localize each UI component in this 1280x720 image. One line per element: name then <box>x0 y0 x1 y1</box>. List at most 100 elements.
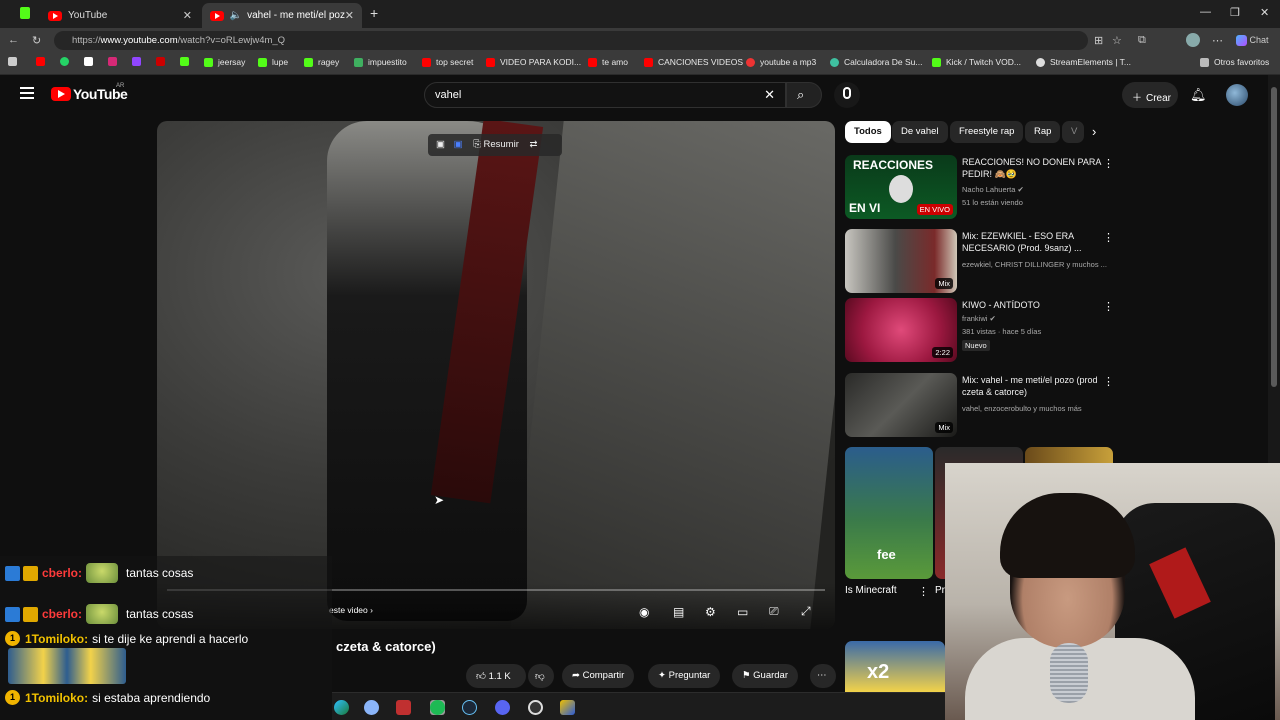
chip-de-vahel[interactable]: De vahel <box>892 121 948 143</box>
streamlabs-icon[interactable] <box>560 700 575 715</box>
bookmark-jeersay[interactable]: jeersay <box>204 57 245 67</box>
more-actions-button[interactable]: ⋯ <box>810 664 836 688</box>
other-bookmarks[interactable]: Otros favoritos <box>1200 57 1269 67</box>
save-button[interactable]: ⚑ Guardar <box>732 664 799 688</box>
subtitles-icon[interactable]: ▤ <box>673 605 684 619</box>
recommended-video[interactable]: Mix Mix: EZEWKIEL - ESO ERA NECESARIO (P… <box>845 229 1117 293</box>
chip-more[interactable]: V <box>1062 121 1084 143</box>
like-button[interactable]: 👍︎ 1.1 K <box>466 664 526 688</box>
bookmark-youtube-icon[interactable] <box>36 57 50 66</box>
app-icon[interactable] <box>364 700 379 715</box>
back-icon[interactable]: ← <box>8 34 19 46</box>
more-options-icon[interactable]: ⋮ <box>1103 157 1114 170</box>
chips-next-icon[interactable]: › <box>1092 124 1096 139</box>
notifications-bell-icon[interactable]: 🔔︎ <box>1190 87 1207 103</box>
recommended-video[interactable]: Mix Mix: vahel - me meti/el pozo (prod c… <box>845 373 1117 437</box>
avatar[interactable] <box>1226 84 1248 106</box>
youtube-logo-icon[interactable] <box>51 87 71 101</box>
bookmark-instagram-icon[interactable] <box>108 57 122 66</box>
summarize-button[interactable]: ⎘ Resumir <box>473 139 519 150</box>
recommendation-title[interactable]: KIWO - ANTÍDOTO <box>962 299 1102 311</box>
translate-icon[interactable]: ⇄ <box>530 139 538 150</box>
search-button[interactable]: ⌕ <box>786 82 822 108</box>
read-aloud-icon[interactable]: ⊞ <box>1094 34 1103 47</box>
maximize-icon[interactable]: ❐ <box>1230 6 1240 19</box>
bookmark-ragey[interactable]: ragey <box>304 57 339 67</box>
recommended-video[interactable]: 2:22 KIWO - ANTÍDOTO frankiwi ✔ 381 vist… <box>845 298 1117 362</box>
short-title[interactable]: Is Minecraft <box>845 585 897 596</box>
screenshot-icon[interactable]: ▣ <box>436 139 445 150</box>
bookmark-x-icon[interactable] <box>84 57 98 66</box>
short-card[interactable]: x2 <box>845 641 945 692</box>
voice-search-button[interactable] <box>834 82 860 108</box>
edge-icon[interactable] <box>334 700 349 715</box>
short-card[interactable]: fee <box>845 447 933 579</box>
bookmark-te-amo[interactable]: te amo <box>588 57 628 67</box>
settings-gear-icon[interactable]: ⚙ <box>705 605 716 619</box>
more-options-icon[interactable]: ⋮ <box>1103 231 1114 244</box>
picture-icon[interactable]: ▣ <box>454 139 463 150</box>
scrollbar-thumb[interactable] <box>1271 87 1277 387</box>
more-options-icon[interactable]: ⋮ <box>1103 300 1114 313</box>
bookmark-whatsapp-icon[interactable] <box>60 57 74 66</box>
tab-youtube[interactable]: YouTube ✕ <box>40 3 200 28</box>
bookmark-kick-icon[interactable] <box>180 57 194 66</box>
tab-video[interactable]: 🔈 vahel - me meti/el pozo (prod ✕ <box>202 3 362 28</box>
bookmark-kick-twitch[interactable]: Kick / Twitch VOD... <box>932 57 1021 67</box>
bookmark-calculadora[interactable]: Calculadora De Su... <box>830 57 922 67</box>
kick-icon[interactable] <box>20 7 30 19</box>
chip-todos[interactable]: Todos <box>845 121 891 143</box>
steam-icon[interactable] <box>462 700 477 715</box>
more-options-icon[interactable]: ⋮ <box>918 585 929 598</box>
chip-rap[interactable]: Rap <box>1025 121 1061 143</box>
copilot-chat-button[interactable]: Chat <box>1236 35 1269 47</box>
close-tab-icon[interactable]: ✕ <box>345 9 354 22</box>
bookmark-video-kodi[interactable]: VIDEO PARA KODI... <box>486 57 581 67</box>
voicemod-icon[interactable] <box>396 700 411 715</box>
recommendation-title[interactable]: Mix: vahel - me meti/el pozo (prod czeta… <box>962 374 1102 398</box>
bookmark-impuestito[interactable]: impuestito <box>354 57 407 67</box>
autoplay-toggle-icon[interactable]: ◉ <box>639 605 649 619</box>
bookmark-icon[interactable] <box>8 57 22 66</box>
bookmark-streamelements[interactable]: StreamElements | T... <box>1036 57 1131 67</box>
bookmark-youtube-mp3[interactable]: youtube a mp3 <box>746 57 816 67</box>
ask-button[interactable]: ✦ Preguntar <box>648 664 721 688</box>
menu-icon[interactable] <box>20 87 34 99</box>
video-player[interactable]: este video › ◉ ▤ ⚙ ▭ ⎚ ⤢ <box>157 121 835 629</box>
minimize-icon[interactable]: — <box>1200 6 1211 18</box>
video-thumbnail[interactable]: Mix <box>845 229 957 293</box>
dislike-button[interactable]: 👎︎ <box>528 664 554 688</box>
search-input[interactable]: vahel ✕ <box>424 82 786 108</box>
spotify-icon[interactable] <box>430 700 445 715</box>
video-cards-link[interactable]: este video › <box>329 605 373 615</box>
clear-search-icon[interactable]: ✕ <box>764 87 775 103</box>
chip-freestyle-rap[interactable]: Freestyle rap <box>950 121 1024 143</box>
bookmark-lupe[interactable]: lupe <box>258 57 288 67</box>
reload-icon[interactable]: ↻ <box>32 34 41 47</box>
video-thumbnail[interactable]: 2:22 <box>845 298 957 362</box>
fullscreen-icon[interactable]: ⤢ <box>801 604 811 619</box>
close-tab-icon[interactable]: ✕ <box>183 9 192 22</box>
bookmark-canciones[interactable]: CANCIONES VIDEOS <box>644 57 743 67</box>
discord-icon[interactable] <box>495 700 510 715</box>
video-thumbnail[interactable]: Mix <box>845 373 957 437</box>
favorite-star-icon[interactable]: ☆ <box>1112 34 1122 47</box>
recommendation-title[interactable]: Mix: EZEWKIEL - ESO ERA NECESARIO (Prod.… <box>962 230 1102 254</box>
theater-mode-icon[interactable]: ▭ <box>737 605 748 619</box>
page-scrollbar[interactable] <box>1268 75 1280 465</box>
profile-icon[interactable] <box>1186 33 1200 47</box>
close-window-icon[interactable]: ✕ <box>1260 6 1269 19</box>
extensions-icon[interactable]: ⧉ <box>1138 34 1146 47</box>
url-field[interactable]: https://www.youtube.com/watch?v=oRLewjw4… <box>54 31 1088 50</box>
channel-name[interactable]: ezewkiel, CHRIST DILLINGER y muchos ... <box>962 260 1107 269</box>
bookmark-red-icon[interactable] <box>156 57 170 66</box>
share-button[interactable]: ➦ Compartir <box>562 664 635 688</box>
channel-name[interactable]: vahel, enzocerobulto y muchos más <box>962 404 1082 413</box>
recommended-video[interactable]: REACCIONES EN VI EN VIVO REACCIONES! NO … <box>845 155 1117 219</box>
recommendation-title[interactable]: REACCIONES! NO DONEN PARA PEDIR! 🙈🥹 <box>962 156 1102 180</box>
more-menu-icon[interactable]: ⋯ <box>1212 34 1223 47</box>
short-title[interactable]: Pr <box>935 585 945 596</box>
bookmark-twitch-icon[interactable] <box>132 57 146 66</box>
channel-name[interactable]: Nacho Lahuerta ✔ <box>962 185 1024 194</box>
bookmark-top-secret[interactable]: top secret <box>422 57 473 67</box>
